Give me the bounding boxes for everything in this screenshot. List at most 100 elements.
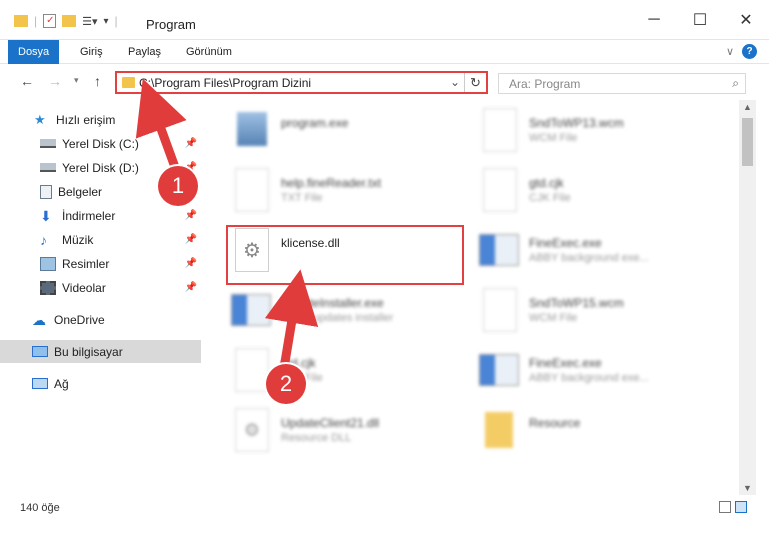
address-path[interactable]: C:\Program Files\Program Dizini	[139, 76, 311, 90]
cloud-icon: ☁	[32, 311, 46, 328]
navigation-pane: ★ Hızlı erişim Yerel Disk (C:) 📌 Yerel D…	[0, 100, 203, 495]
folder-item[interactable]: Resource	[479, 408, 719, 466]
recent-locations-icon[interactable]: ▾	[74, 75, 79, 86]
file-type: TXT File	[281, 192, 323, 204]
new-folder-icon[interactable]	[62, 15, 77, 27]
sidebar-item-local-disk-c[interactable]: Yerel Disk (C:) 📌	[0, 132, 201, 155]
folder-icon[interactable]	[14, 15, 28, 27]
window-title: Program	[146, 17, 196, 32]
highlight-box	[226, 225, 464, 285]
exe-icon	[231, 294, 271, 326]
pin-icon[interactable]: 📌	[185, 282, 197, 293]
sidebar-item-label: Yerel Disk (D:)	[62, 160, 139, 175]
file-name: help.fineReader.txt	[281, 176, 382, 190]
properties-icon[interactable]: ✓	[43, 14, 57, 28]
sidebar-item-this-pc[interactable]: Bu bilgisayar	[0, 340, 201, 363]
folder-icon	[485, 412, 513, 448]
help-icon[interactable]: ?	[742, 44, 757, 59]
close-button[interactable]: ✕	[723, 0, 769, 40]
folder-icon	[122, 77, 135, 88]
search-icon[interactable]: ⌕	[732, 76, 739, 91]
file-item[interactable]: gtd.cjk CJK File	[479, 168, 719, 226]
expand-ribbon-icon[interactable]: ∨	[726, 45, 734, 58]
maximize-button[interactable]: ☐	[677, 0, 723, 40]
ribbon-tabs: Dosya Giriş Paylaş Görünüm ∨ ?	[0, 40, 769, 64]
minimize-button[interactable]: ─	[631, 0, 677, 40]
sidebar-item-downloads[interactable]: ⬇ İndirmeler 📌	[0, 204, 201, 227]
step-badge-1: 1	[158, 166, 198, 206]
file-name: UpdateInstaller.exe	[281, 296, 384, 310]
scroll-thumb[interactable]	[742, 118, 753, 166]
dll-gear-icon: ⚙	[235, 408, 269, 452]
document-icon	[40, 184, 52, 199]
file-item[interactable]: SndToWP15.wcm WCM File	[479, 288, 719, 346]
file-name: Resource	[529, 416, 581, 430]
sidebar-item-videos[interactable]: Videolar 📌	[0, 276, 201, 299]
file-type: WCM File	[529, 132, 578, 144]
item-count: 140 öğe	[20, 502, 60, 514]
file-name: SndToWP15.wcm	[529, 296, 624, 310]
tab-home[interactable]: Giriş	[70, 40, 113, 64]
status-bar: 140 öğe	[0, 495, 769, 519]
file-name: FineExec.exe	[529, 356, 602, 370]
exe-icon	[237, 112, 267, 146]
picture-icon	[40, 256, 56, 271]
scroll-down-icon[interactable]: ▼	[743, 483, 752, 493]
tab-file[interactable]: Dosya	[8, 40, 60, 64]
sidebar-item-network[interactable]: Ağ	[0, 372, 201, 395]
file-item[interactable]: program.exe	[231, 108, 471, 166]
sidebar-item-label: Yerel Disk (C:)	[62, 136, 139, 151]
exe-icon	[479, 234, 519, 266]
scroll-up-icon[interactable]: ▲	[743, 102, 752, 112]
sidebar-item-label: Belgeler	[58, 184, 103, 199]
pin-icon[interactable]: 📌	[185, 210, 197, 221]
film-icon	[40, 280, 56, 295]
sidebar-item-onedrive[interactable]: ☁ OneDrive	[0, 308, 201, 331]
file-icon	[483, 108, 517, 152]
up-arrow-icon[interactable]: ↑	[94, 73, 101, 89]
tab-view[interactable]: Görünüm	[176, 40, 242, 64]
file-name: program.exe	[281, 116, 349, 130]
star-icon: ★	[34, 111, 46, 127]
sidebar-item-quick-access[interactable]: ★ Hızlı erişim	[0, 108, 201, 131]
file-item[interactable]: FineExec.exe ABBY background exe...	[479, 228, 719, 286]
computer-icon	[32, 346, 48, 357]
drive-icon	[40, 163, 56, 172]
sidebar-item-label: Videolar	[62, 280, 106, 295]
details-view-icon[interactable]	[719, 501, 731, 513]
file-type: ABBY updates installer	[281, 312, 394, 324]
music-note-icon: ♪	[40, 231, 47, 248]
file-name: FineExec.exe	[529, 236, 602, 250]
pin-icon[interactable]: 📌	[185, 258, 197, 269]
separator: |	[114, 14, 118, 28]
pin-icon[interactable]: 📌	[185, 138, 197, 149]
forward-arrow-icon[interactable]: →	[48, 73, 62, 89]
file-type: Resource DLL	[281, 432, 352, 444]
file-list: program.exe help.fineReader.txt TXT File…	[203, 100, 739, 495]
sidebar-item-label: Ağ	[54, 376, 69, 391]
file-item[interactable]: SndToWP13.wcm WCM File	[479, 108, 719, 166]
sidebar-item-pictures[interactable]: Resimler 📌	[0, 252, 201, 275]
sidebar-item-music[interactable]: ♪ Müzik 📌	[0, 228, 201, 251]
tab-share[interactable]: Paylaş	[118, 40, 171, 64]
search-input[interactable]: Ara: Program ⌕	[498, 73, 746, 94]
file-type: WCM File	[529, 312, 578, 324]
tiles-view-icon[interactable]	[735, 501, 747, 513]
pin-icon[interactable]: 📌	[185, 234, 197, 245]
file-item[interactable]: ⚙ UpdateClient21.dll Resource DLL	[231, 408, 471, 466]
sidebar-item-label: Bu bilgisayar	[54, 344, 123, 359]
sidebar-item-label: Müzik	[62, 232, 94, 247]
address-bar[interactable]: C:\Program Files\Program Dizini ⌄ ↻	[115, 71, 488, 94]
vertical-scrollbar[interactable]: ▲ ▼	[739, 100, 756, 495]
view-menu-icon[interactable]: ☰▾	[82, 15, 97, 28]
file-item[interactable]: help.fineReader.txt TXT File	[231, 168, 471, 226]
file-type: ABBY background exe...	[529, 252, 649, 264]
file-item[interactable]: UpdateInstaller.exe ABBY updates install…	[231, 288, 471, 346]
customize-dropdown-icon[interactable]: ▾	[104, 16, 109, 27]
back-arrow-icon[interactable]: ←	[20, 73, 34, 89]
chevron-down-icon[interactable]: ⌄	[450, 75, 460, 89]
refresh-icon[interactable]: ↻	[464, 73, 486, 92]
drive-icon	[40, 139, 56, 148]
file-item[interactable]: FineExec.exe ABBY background exe...	[479, 348, 719, 406]
file-name: SndToWP13.wcm	[529, 116, 624, 130]
